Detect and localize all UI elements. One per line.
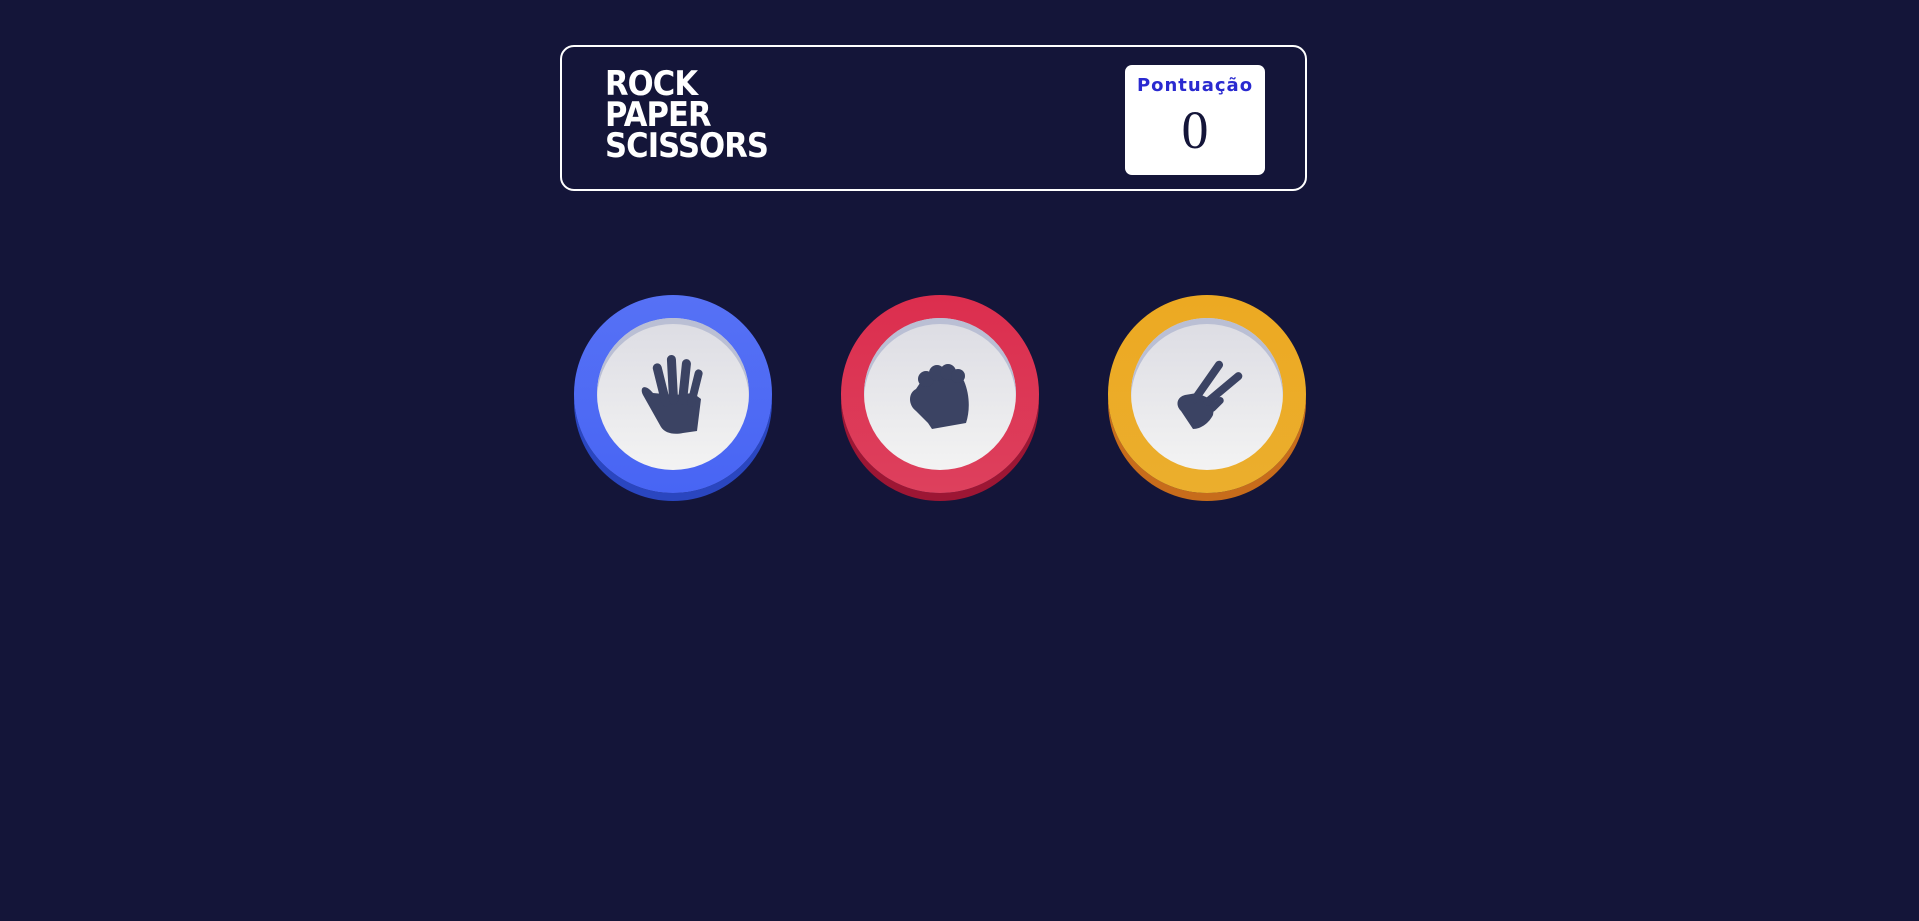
scissors-choice-button[interactable] [1108, 295, 1306, 493]
score-value: 0 [1181, 100, 1209, 160]
rock-choice-button[interactable] [841, 295, 1039, 493]
scissors-hand-icon [1177, 360, 1243, 429]
rock-choice-face [864, 318, 1016, 470]
header: ROCK PAPER SCISSORS Pontuação 0 [560, 45, 1307, 191]
score-box: Pontuação 0 [1125, 65, 1265, 175]
scissors-choice-face [1131, 318, 1283, 470]
game-logo: ROCK PAPER SCISSORS [605, 67, 769, 166]
paper-choice-face [597, 318, 749, 470]
game-app: ROCK PAPER SCISSORS Pontuação 0 [0, 0, 1919, 921]
score-label: Pontuação [1136, 75, 1254, 96]
logo-line-scissors: SCISSORS [605, 126, 769, 166]
rock-fist-icon [910, 364, 969, 429]
paper-hand-icon [641, 355, 703, 434]
paper-choice-button[interactable] [574, 295, 772, 493]
